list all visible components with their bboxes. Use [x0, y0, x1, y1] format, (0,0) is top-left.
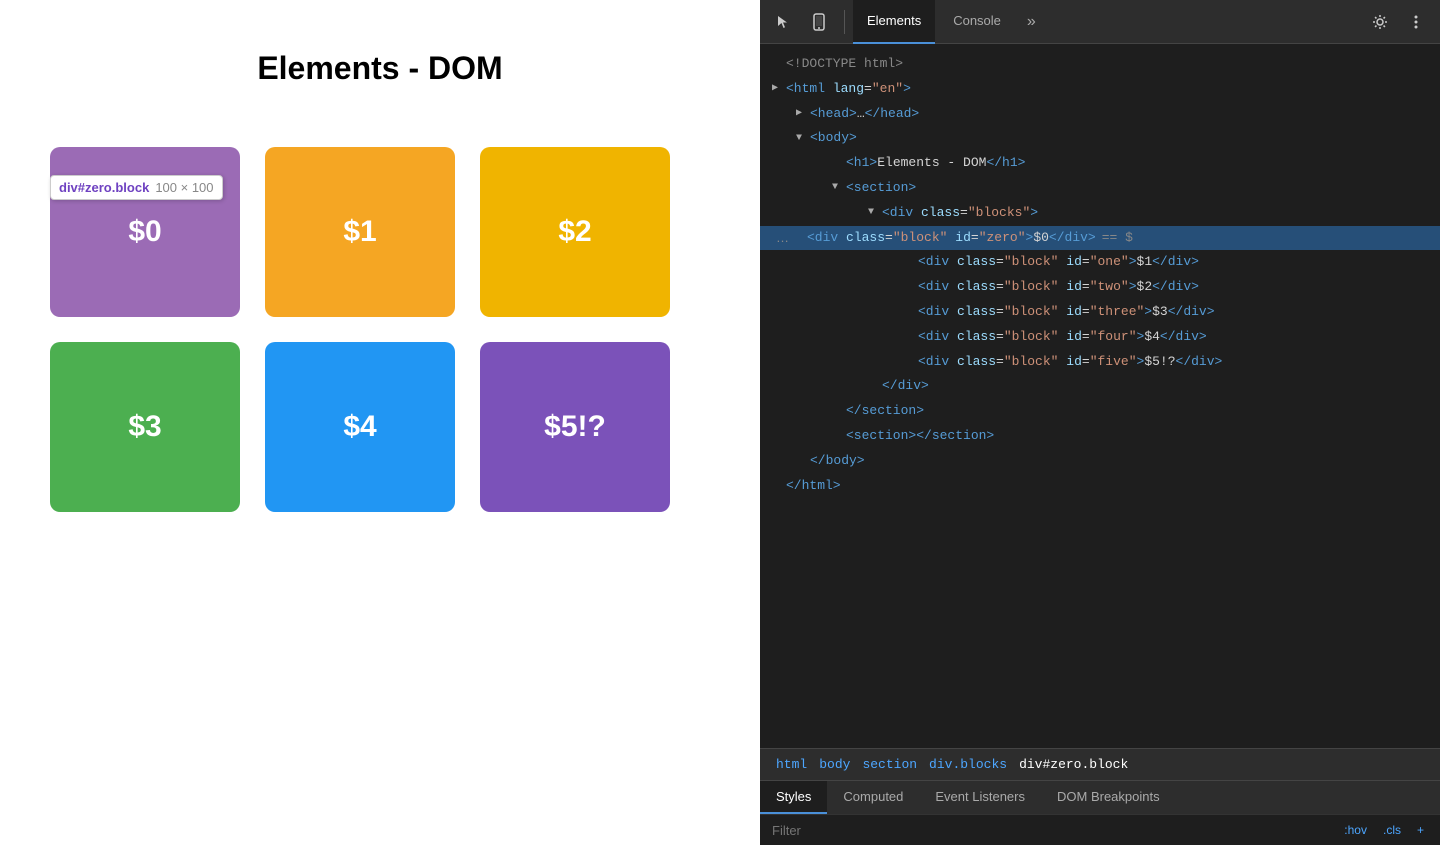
block-one[interactable]: $1: [265, 147, 455, 317]
dom-line-close-html: </html>: [760, 474, 1440, 499]
block-five[interactable]: $5!?: [480, 342, 670, 512]
dom-line-close-section: </section>: [760, 399, 1440, 424]
dom-line-h1[interactable]: <h1>Elements - DOM</h1>: [760, 151, 1440, 176]
filter-hov-button[interactable]: :hov: [1340, 821, 1371, 839]
devtools-panel: Elements Console » <!DOCTYPE html>: [760, 0, 1440, 845]
dom-line-html[interactable]: <html lang="en">: [760, 77, 1440, 102]
block-two[interactable]: $2: [480, 147, 670, 317]
block-three[interactable]: $3: [50, 342, 240, 512]
tooltip-size: 100 × 100: [155, 180, 213, 195]
filter-bar: :hov .cls +: [760, 814, 1440, 845]
breadcrumb-section[interactable]: section: [858, 755, 921, 774]
breadcrumb-div-zero[interactable]: div#zero.block: [1015, 755, 1132, 774]
filter-input[interactable]: [772, 823, 972, 838]
dom-line-div-one[interactable]: <div class="block" id="one">$1</div>: [760, 250, 1440, 275]
tab-elements[interactable]: Elements: [853, 0, 935, 44]
breadcrumb-body[interactable]: body: [815, 755, 854, 774]
ellipsis-button[interactable]: …: [772, 230, 793, 245]
device-toolbar-button[interactable]: [804, 6, 836, 38]
dom-line-section[interactable]: <section>: [760, 176, 1440, 201]
devtools-right-icons: [1364, 6, 1432, 38]
dom-line-close-div-blocks: </div>: [760, 374, 1440, 399]
filter-options: :hov .cls +: [1340, 821, 1428, 839]
dom-line-close-body: </body>: [760, 449, 1440, 474]
tooltip-id: div#zero.block: [59, 180, 149, 195]
page-title: Elements - DOM: [0, 50, 760, 87]
html-triangle[interactable]: [772, 81, 786, 97]
inspect-element-button[interactable]: [768, 6, 800, 38]
tab-dom-breakpoints[interactable]: DOM Breakpoints: [1041, 781, 1176, 814]
body-triangle[interactable]: [796, 131, 810, 147]
inner-tabs: Styles Computed Event Listeners DOM Brea…: [760, 780, 1440, 814]
dom-tree[interactable]: <!DOCTYPE html> <html lang="en"> <head>……: [760, 44, 1440, 748]
dom-line-div-four[interactable]: <div class="block" id="four">$4</div>: [760, 325, 1440, 350]
block-four[interactable]: $4: [265, 342, 455, 512]
breadcrumb-div-blocks[interactable]: div.blocks: [925, 755, 1011, 774]
filter-add-button[interactable]: +: [1413, 821, 1428, 839]
dom-line-head[interactable]: <head>…</head>: [760, 102, 1440, 127]
block-zero[interactable]: $0: [50, 147, 240, 317]
dom-line-div-three[interactable]: <div class="block" id="three">$3</div>: [760, 300, 1440, 325]
tab-event-listeners[interactable]: Event Listeners: [919, 781, 1041, 814]
dom-line-section-empty[interactable]: <section></section>: [760, 424, 1440, 449]
tab-computed[interactable]: Computed: [827, 781, 919, 814]
devtools-toolbar: Elements Console »: [760, 0, 1440, 44]
webpage-preview: Elements - DOM div#zero.block 100 × 100 …: [0, 0, 760, 845]
dom-line-div-zero[interactable]: … <div class="block" id="zero">$0</div>=…: [760, 226, 1440, 251]
settings-button[interactable]: [1364, 6, 1396, 38]
element-tooltip: div#zero.block 100 × 100: [50, 175, 223, 200]
dom-line-div-five[interactable]: <div class="block" id="five">$5!?</div>: [760, 350, 1440, 375]
blocks-grid: $0 $1 $2 $3 $4 $5!?: [0, 147, 760, 512]
dom-line-doctype: <!DOCTYPE html>: [760, 52, 1440, 77]
section-triangle[interactable]: [832, 180, 846, 196]
tab-styles[interactable]: Styles: [760, 781, 827, 814]
more-options-button[interactable]: [1400, 6, 1432, 38]
filter-cls-button[interactable]: .cls: [1379, 821, 1405, 839]
toolbar-separator: [844, 10, 845, 34]
breadcrumb-bar: html body section div.blocks div#zero.bl…: [760, 748, 1440, 780]
tab-console[interactable]: Console: [939, 0, 1015, 44]
div-blocks-triangle[interactable]: [868, 205, 882, 221]
head-triangle[interactable]: [796, 106, 810, 122]
dom-line-div-two[interactable]: <div class="block" id="two">$2</div>: [760, 275, 1440, 300]
dom-line-body[interactable]: <body>: [760, 126, 1440, 151]
tab-more-button[interactable]: »: [1019, 7, 1044, 37]
breadcrumb-html[interactable]: html: [772, 755, 811, 774]
dom-line-div-blocks[interactable]: <div class="blocks">: [760, 201, 1440, 226]
